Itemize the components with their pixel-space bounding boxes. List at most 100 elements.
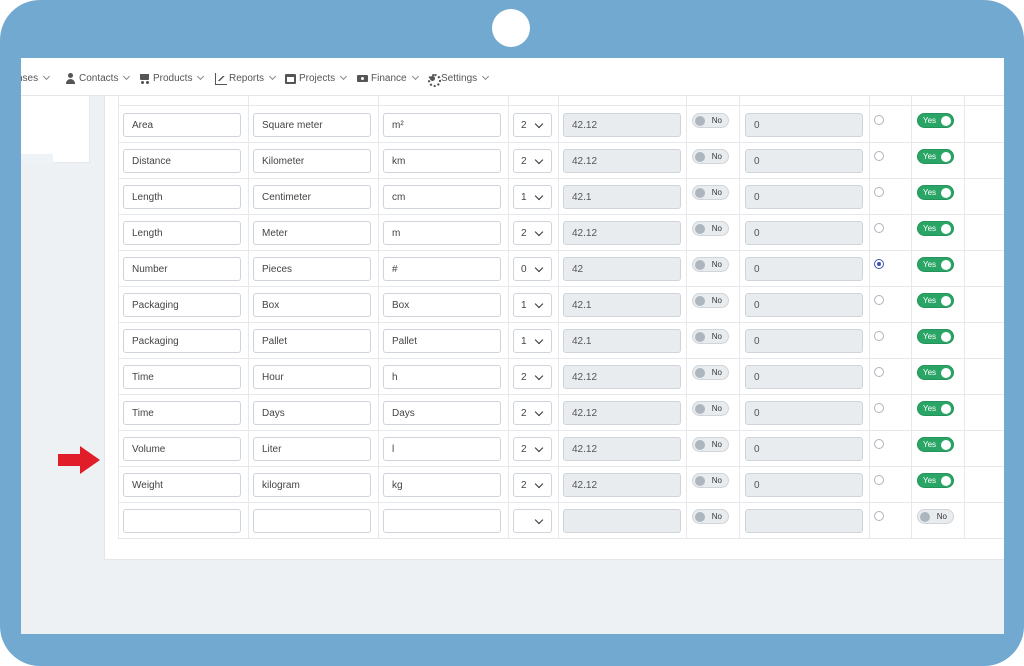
unit-name-input[interactable]: Liter [253,437,371,461]
nav-item-contacts[interactable]: Contacts [65,71,131,85]
unit-symbol-input[interactable]: Days [383,401,501,425]
unit-name-input[interactable]: Pieces [253,257,371,281]
chevron-down-icon [534,119,544,129]
toggle-switch[interactable]: No [692,293,729,308]
decimals-select[interactable]: 1 [513,293,552,317]
active-toggle[interactable]: No [917,509,954,524]
decimals-select[interactable]: 0 [513,257,552,281]
nav-item-finance[interactable]: Finance [357,71,419,85]
toggle-label: No [711,512,722,521]
active-toggle[interactable]: Yes [917,185,954,200]
unit-name-input[interactable]: Square meter [253,113,371,137]
toggle-switch[interactable]: No [692,149,729,164]
category-input[interactable]: Length [123,221,241,245]
unit-name-input[interactable]: Pallet [253,329,371,353]
chevron-down-icon [534,407,544,417]
decimals-select[interactable]: 1 [513,329,552,353]
unit-symbol-input[interactable]: km [383,149,501,173]
default-radio[interactable] [874,331,884,341]
nav-item-products[interactable]: Products [139,71,205,85]
unit-symbol-input[interactable]: h [383,365,501,389]
unit-symbol-input[interactable]: m² [383,113,501,137]
active-toggle[interactable]: Yes [917,113,954,128]
decimals-select[interactable]: 2 [513,149,552,173]
active-toggle[interactable]: Yes [917,473,954,488]
nav-item-settings[interactable]: Settings [427,71,490,87]
decimals-select[interactable] [513,509,552,533]
default-radio[interactable] [874,367,884,377]
toggle-switch[interactable]: No [692,221,729,236]
decimals-select[interactable]: 2 [513,437,552,461]
unit-name-input[interactable]: Box [253,293,371,317]
default-radio[interactable] [874,115,884,125]
unit-symbol-input[interactable]: cm [383,185,501,209]
toggle-switch[interactable]: No [692,257,729,272]
active-toggle[interactable]: Yes [917,437,954,452]
default-radio[interactable] [874,223,884,233]
category-input[interactable]: Distance [123,149,241,173]
table-header-row [118,96,1004,106]
category-input[interactable]: Packaging [123,329,241,353]
nav-item-projects[interactable]: Projects [285,71,348,85]
category-input[interactable]: Time [123,401,241,425]
active-toggle[interactable]: Yes [917,221,954,236]
category-input[interactable]: Time [123,365,241,389]
unit-name-input[interactable]: Hour [253,365,371,389]
default-radio[interactable] [874,403,884,413]
unit-name-input[interactable]: Meter [253,221,371,245]
unit-symbol-input[interactable] [383,509,501,533]
default-radio[interactable] [874,151,884,161]
camera-dot [492,9,530,47]
decimals-select[interactable]: 2 [513,401,552,425]
decimals-select[interactable]: 2 [513,473,552,497]
active-toggle[interactable]: Yes [917,329,954,344]
unit-symbol-input[interactable]: Pallet [383,329,501,353]
toggle-switch[interactable]: No [692,437,729,452]
toggle-knob [941,152,951,162]
decimals-select[interactable]: 1 [513,185,552,209]
toggle-switch[interactable]: No [692,509,729,524]
unit-symbol-input[interactable]: l [383,437,501,461]
default-radio[interactable] [874,511,884,521]
decimals-select[interactable]: 2 [513,113,552,137]
toggle-switch[interactable]: No [692,401,729,416]
active-toggle[interactable]: Yes [917,401,954,416]
category-input[interactable]: Volume [123,437,241,461]
unit-name-input[interactable]: Days [253,401,371,425]
unit-name-input[interactable]: kilogram [253,473,371,497]
unit-symbol-input[interactable]: m [383,221,501,245]
active-toggle[interactable]: Yes [917,365,954,380]
example-value-field: 42.12 [563,473,681,497]
toggle-switch[interactable]: No [692,365,729,380]
unit-symbol-input[interactable]: kg [383,473,501,497]
default-radio[interactable] [874,295,884,305]
unit-name-input[interactable]: Kilometer [253,149,371,173]
category-input[interactable]: Packaging [123,293,241,317]
active-toggle[interactable]: Yes [917,257,954,272]
category-input[interactable] [123,509,241,533]
toggle-switch[interactable]: No [692,473,729,488]
default-radio[interactable] [874,187,884,197]
unit-name-input[interactable] [253,509,371,533]
active-toggle[interactable]: Yes [917,149,954,164]
category-input[interactable]: Length [123,185,241,209]
toggle-switch[interactable]: No [692,185,729,200]
nav-item-nses[interactable]: nses [21,71,51,85]
category-input[interactable]: Weight [123,473,241,497]
category-input[interactable]: Area [123,113,241,137]
toggle-switch[interactable]: No [692,113,729,128]
toggle-switch[interactable]: No [692,329,729,344]
example-value-field: 42.1 [563,293,681,317]
unit-symbol-input[interactable]: # [383,257,501,281]
toggle-knob [695,224,705,234]
nav-item-reports[interactable]: Reports [215,71,277,85]
unit-name-input[interactable]: Centimeter [253,185,371,209]
default-radio[interactable] [874,475,884,485]
active-toggle[interactable]: Yes [917,293,954,308]
decimals-select[interactable]: 2 [513,221,552,245]
decimals-select[interactable]: 2 [513,365,552,389]
default-radio[interactable] [874,259,884,269]
category-input[interactable]: Number [123,257,241,281]
default-radio[interactable] [874,439,884,449]
unit-symbol-input[interactable]: Box [383,293,501,317]
